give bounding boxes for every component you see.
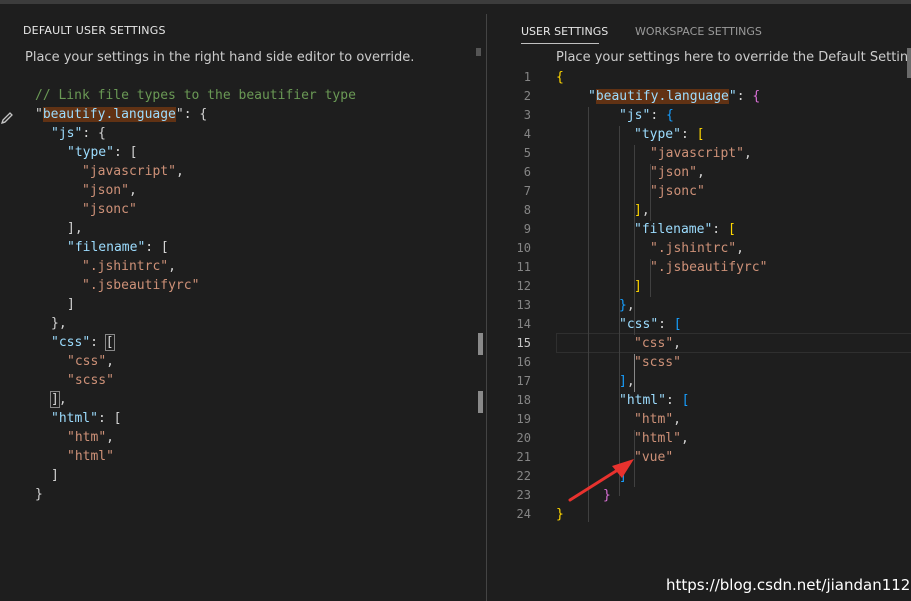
tab-user-settings[interactable]: USER SETTINGS [521, 25, 608, 38]
pencil-icon[interactable] [0, 110, 14, 126]
default-settings-description: Place your settings in the right hand si… [25, 50, 415, 65]
tab-workspace-settings[interactable]: WORKSPACE SETTINGS [635, 25, 762, 38]
vertical-scrollbar[interactable] [907, 48, 911, 78]
tab-active-indicator [521, 43, 599, 44]
scrollbar-marker-top[interactable] [476, 48, 481, 56]
highlighted-key: beautify.language [595, 89, 729, 104]
watermark: https://blog.csdn.net/jiandan1127 [666, 576, 911, 594]
red-arrow-annotation [568, 459, 634, 502]
active-line-number: 15 [516, 336, 531, 350]
user-settings-description: Place your settings here to override the… [556, 50, 911, 65]
scrollbar-marker[interactable] [478, 333, 483, 355]
default-settings-pane: DEFAULT USER SETTINGS Place your setting… [0, 4, 486, 601]
code-comment: // Link file types to the beautifier typ… [35, 88, 356, 103]
user-settings-pane: USER SETTINGS WORKSPACE SETTINGS Place y… [488, 4, 911, 601]
pane-divider[interactable] [486, 14, 487, 601]
scrollbar-marker[interactable] [478, 391, 483, 413]
current-line-highlight [556, 333, 911, 353]
highlighted-key: beautify.language [42, 107, 176, 122]
default-settings-title: DEFAULT USER SETTINGS [23, 24, 166, 37]
